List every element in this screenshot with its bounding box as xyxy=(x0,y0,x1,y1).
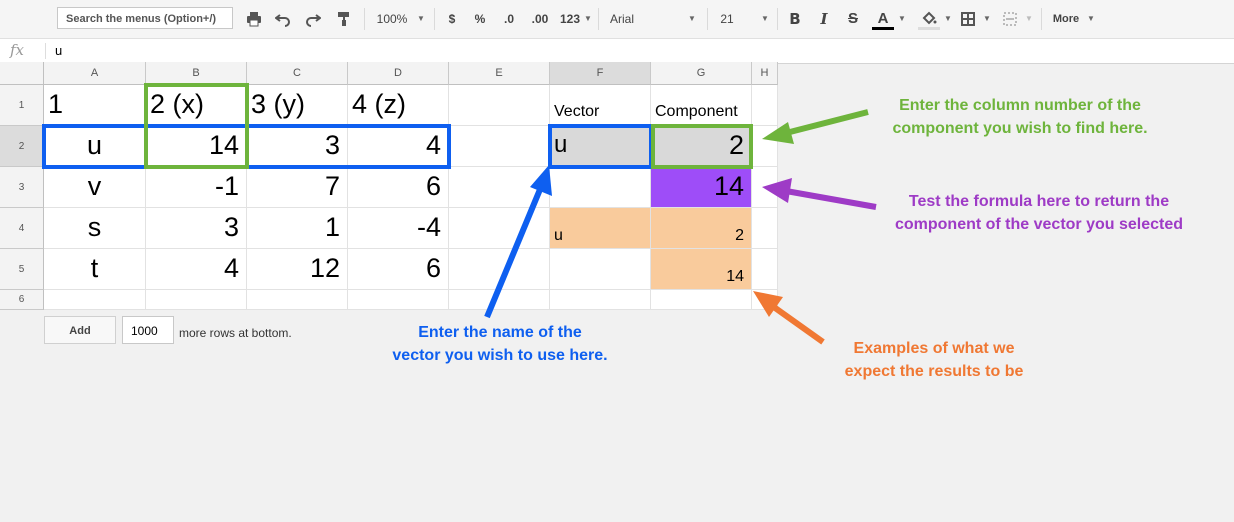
purple-annotation: Test the formula here to return the comp… xyxy=(894,193,1184,233)
orange-arrow xyxy=(753,291,825,345)
orange-annotation: Examples of what we expect the results t… xyxy=(844,340,1024,380)
green-annotation: Enter the column number of the component… xyxy=(892,97,1148,137)
blue-annotation: Enter the name of the vector you wish to… xyxy=(392,324,608,364)
blue-arrow xyxy=(484,165,552,319)
annotation-arrows xyxy=(484,109,877,345)
